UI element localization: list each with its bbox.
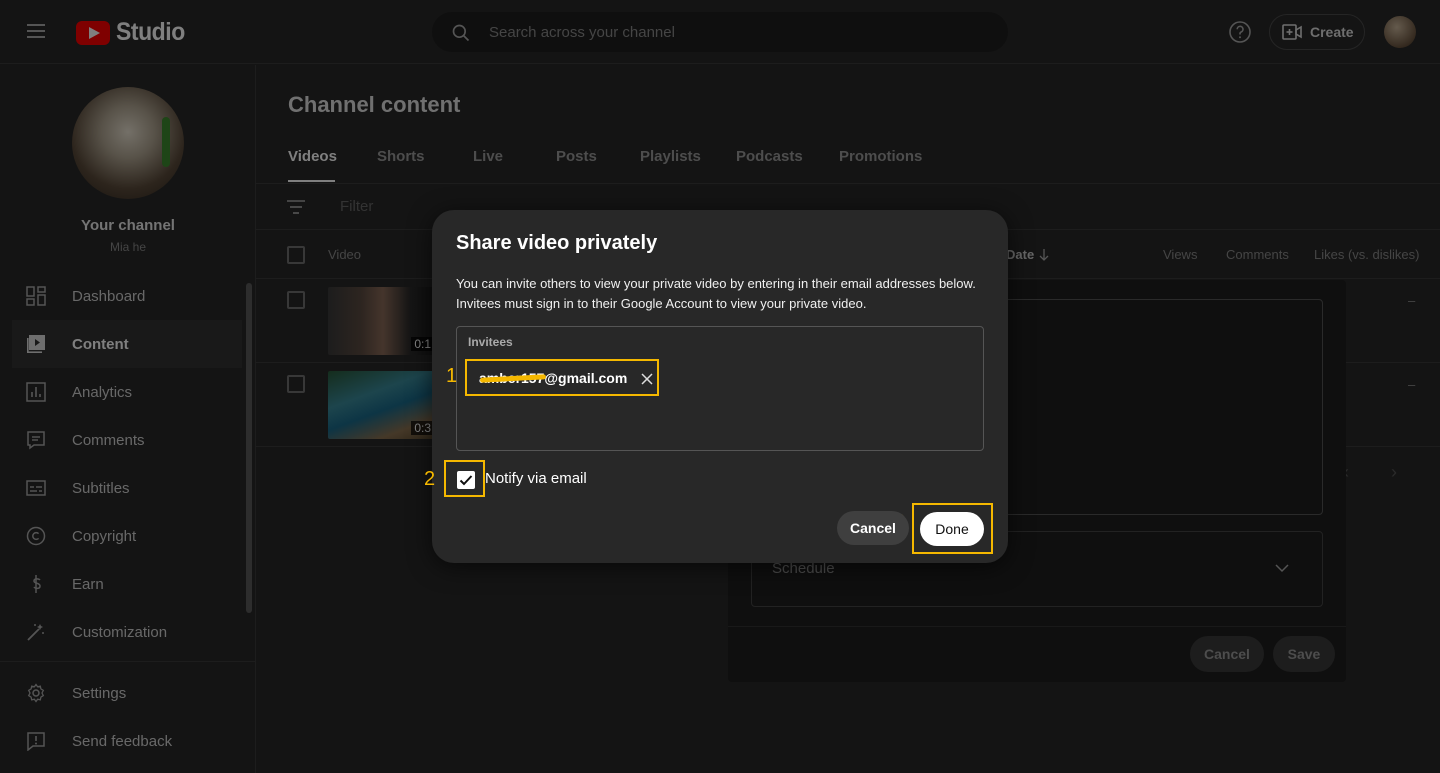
dialog-description-line: Invitees must sign in to their Google Ac… [456, 296, 867, 311]
cancel-button[interactable]: Cancel [837, 511, 909, 545]
notify-checkbox[interactable] [457, 471, 475, 489]
invitees-label: Invitees [468, 335, 513, 349]
invitee-chip[interactable]: amber157@gmail.com [465, 359, 659, 396]
notify-label: Notify via email [485, 470, 587, 487]
remove-invitee-icon[interactable] [641, 373, 653, 385]
step-annotation-2: 2 [424, 468, 436, 490]
step-annotation-1: 1 [446, 365, 458, 387]
notify-highlight [444, 460, 485, 497]
done-button[interactable]: Done [920, 512, 984, 546]
done-highlight: Done [912, 503, 993, 554]
share-privately-dialog: Share video privately You can invite oth… [424, 210, 1008, 563]
invitees-field[interactable]: Invitees amber157@gmail.com [456, 326, 984, 451]
dialog-description: You can invite others to view your priva… [456, 274, 986, 314]
dialog-description-line: You can invite others to view your priva… [456, 276, 976, 291]
dialog-title: Share video privately [456, 232, 658, 254]
checkmark-icon [459, 475, 473, 486]
